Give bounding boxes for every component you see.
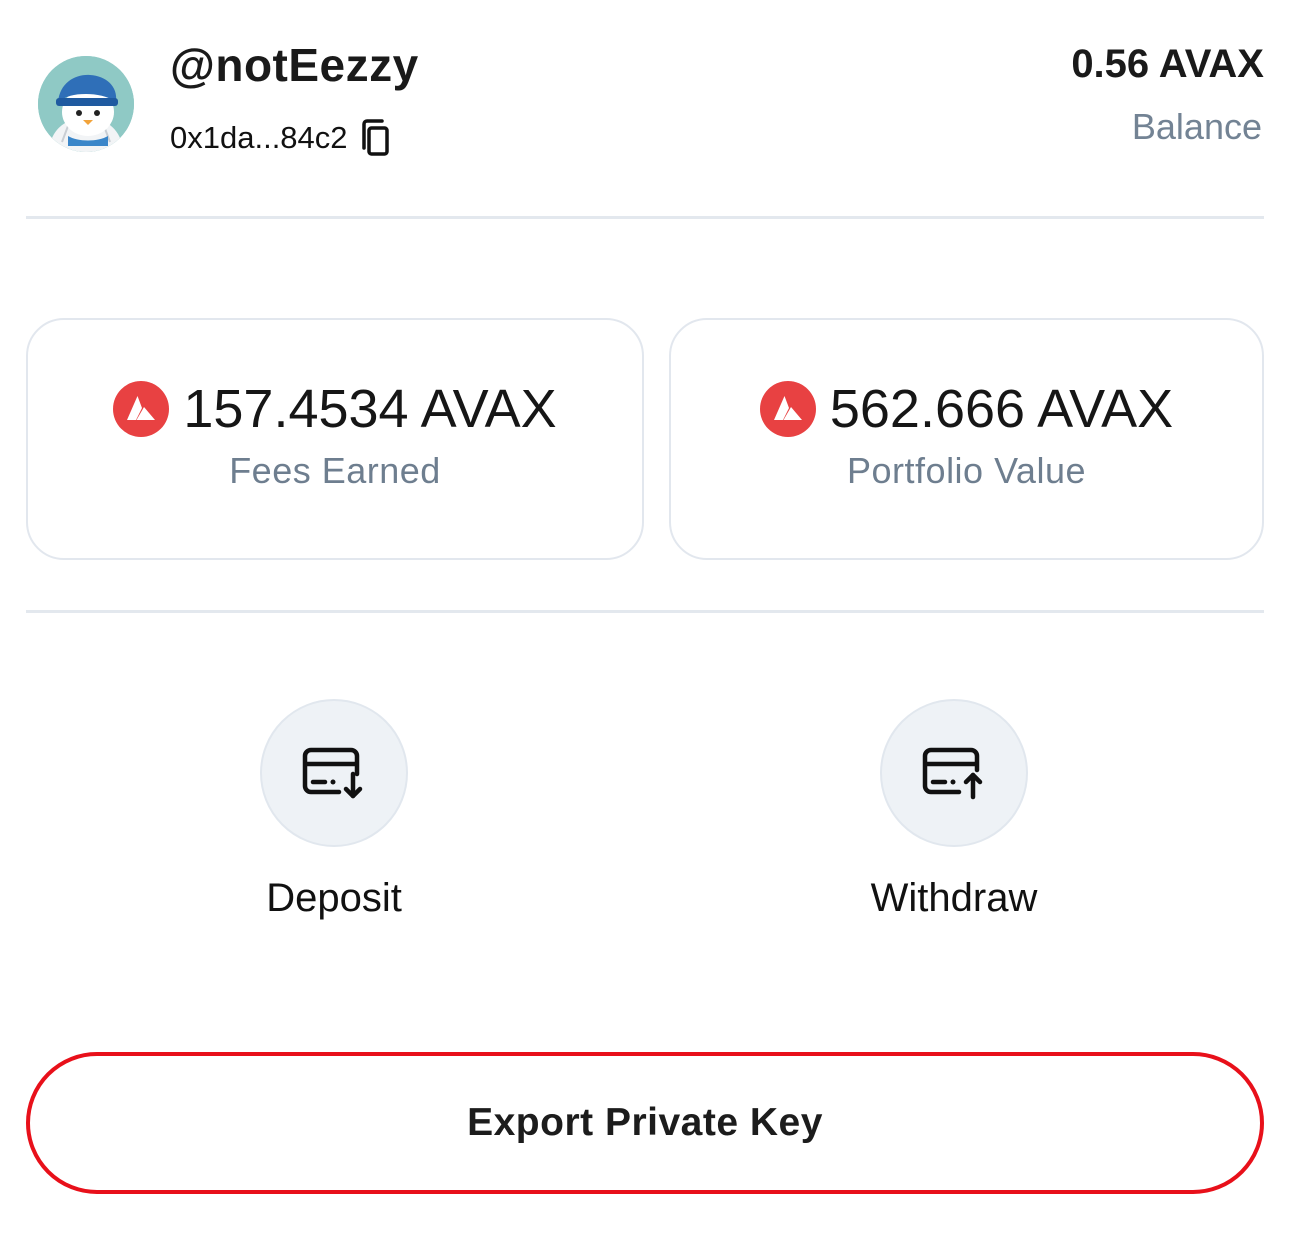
card-upload-icon [922, 747, 983, 800]
portfolio-value: 562.666 AVAX [829, 379, 1174, 439]
withdraw-button[interactable] [880, 699, 1028, 847]
avax-logo-icon [113, 381, 170, 437]
deposit-label[interactable]: Deposit [184, 876, 484, 921]
wallet-address: 0x1da...84c2 [170, 120, 348, 155]
deposit-button[interactable] [260, 699, 408, 847]
portfolio-value-card: 562.666 AVAX Portfolio Value [669, 318, 1264, 560]
export-private-key-label: Export Private Key [467, 1101, 823, 1144]
avax-logo-icon [759, 381, 816, 437]
portfolio-value-label: Portfolio Value [847, 450, 1086, 491]
balance-value: 0.56 AVAX [1071, 42, 1264, 86]
balance-label: Balance [1131, 106, 1262, 147]
username: @notEezzy [170, 39, 419, 91]
export-private-key-button[interactable]: Export Private Key [26, 1052, 1264, 1194]
header-divider [26, 216, 1264, 219]
avatar[interactable] [38, 56, 134, 152]
fees-earned-label: Fees Earned [229, 450, 441, 491]
card-download-icon [302, 747, 363, 799]
stats-divider [26, 610, 1264, 613]
fees-earned-value: 157.4534 AVAX [183, 379, 557, 439]
copy-icon[interactable] [358, 118, 392, 158]
address-row[interactable]: 0x1da...84c2 [170, 118, 392, 158]
fees-earned-card: 157.4534 AVAX Fees Earned [26, 318, 644, 560]
withdraw-label[interactable]: Withdraw [804, 876, 1104, 921]
penguin-avatar-icon [38, 56, 134, 152]
